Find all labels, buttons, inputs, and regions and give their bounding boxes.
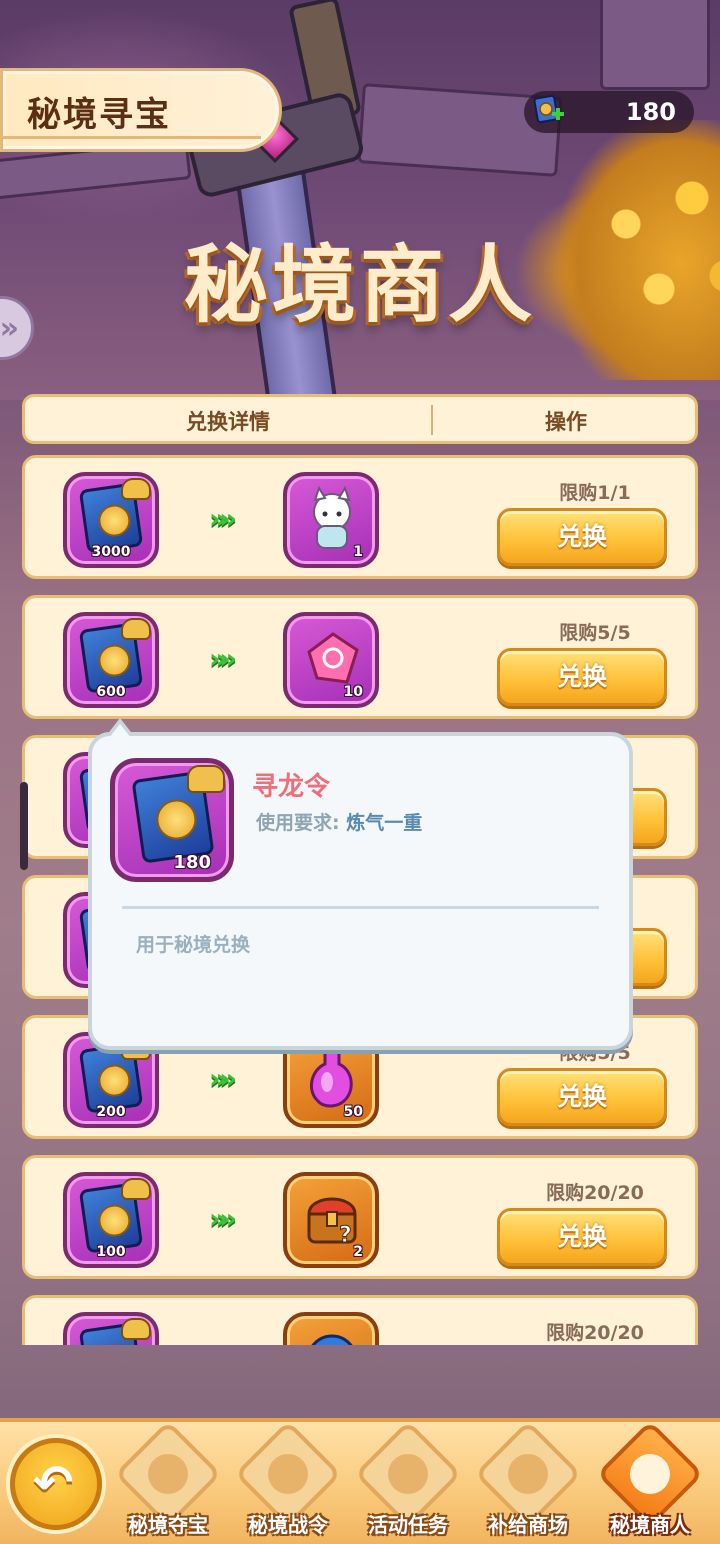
exchange-button[interactable]: 兑换 [497,1068,667,1126]
purchase-limit: 限购20/20 [546,1182,644,1204]
purchase-limit: 限购1/1 [559,482,631,504]
dragon-icon [187,765,225,793]
double-arrow-icon: »» [209,502,237,535]
tooltip-requirement: 使用要求: 炼气一重 [256,808,422,835]
tab-merchant[interactable]: 秘境商人 [590,1420,710,1544]
double-arrow-icon: »» [209,1202,237,1235]
tab-label: 秘境战令 [248,1513,328,1537]
currency-value: 180 [625,98,676,126]
exchange-button[interactable]: 兑换 [497,648,667,706]
tooltip-item-quantity: 180 [173,852,211,873]
title-banner: 秘境寻宝 [0,68,282,152]
requirement-label: 使用要求: [256,812,347,834]
exchange-row: 限购20/20 [22,1295,698,1345]
tab-battle-pass[interactable]: 秘境战令 [228,1420,348,1544]
cost-item-dragon-token[interactable] [63,1312,159,1345]
purchase-limit: 限购20/20 [546,1322,644,1344]
page-title: 秘境寻宝 [27,95,171,135]
tooltip-divider [122,906,599,909]
chevron-right-icon: » [0,311,19,346]
tab-supply-shop[interactable]: 补给商场 [468,1420,588,1544]
cost-quantity: 600 [96,684,126,700]
reward-quantity: 2 [353,1244,363,1260]
blue-orb-icon [311,1334,353,1345]
tab-label: 补给商场 [488,1513,568,1537]
dragon-icon [121,1178,151,1200]
cost-item-dragon-token[interactable]: 3000 [63,472,159,568]
reward-quantity: 10 [343,684,363,700]
fox-spirit-pet-icon [313,486,351,549]
cost-quantity: 100 [96,1244,126,1260]
merchant-banner-title: 秘境商人 [183,236,536,334]
tab-event-tasks[interactable]: 活动任务 [348,1420,468,1544]
pink-potion-icon [309,1048,353,1108]
cost-item-dragon-token[interactable]: 100 [63,1172,159,1268]
table-header: 兑换详情 操作 [22,394,698,444]
double-arrow-icon: »» [209,1062,237,1095]
item-tooltip: 180 寻龙令 使用要求: 炼气一重 用于秘境兑换 [88,718,633,1050]
header-scene [0,0,720,400]
scrollbar-thumb[interactable] [20,782,28,870]
reward-quantity: 50 [343,1104,363,1120]
requirement-value: 炼气一重 [346,812,423,834]
tooltip-item-name: 寻龙令 [252,772,331,802]
exchange-button[interactable]: 兑换 [497,508,667,566]
bottom-nav: ↶ 秘境夺宝 秘境战令 活动任务 补给商场 秘境商人 [0,1418,720,1544]
tooltip-description: 用于秘境兑换 [136,934,251,956]
reward-item-blue-orb[interactable] [283,1312,379,1345]
dragon-icon [121,478,151,500]
mystery-chest-icon: ? [307,1197,357,1249]
tab-label: 秘境夺宝 [128,1513,208,1537]
exchange-button[interactable]: 兑换 [497,1208,667,1266]
tab-label: 秘境商人 [610,1513,690,1537]
currency-display[interactable]: 180 [524,91,694,133]
reward-item-pink-fragment[interactable]: 10 [283,612,379,708]
reward-item-fox-spirit[interactable]: 1 [283,472,379,568]
reward-quantity: 1 [353,544,363,560]
exchange-row: 600 »» 10 限购5/5 兑换 [22,595,698,719]
column-exchange-details: 兑换详情 [186,410,270,434]
dragon-icon [121,618,151,640]
back-arrow-icon: ↶ [33,1455,74,1511]
tab-label: 活动任务 [368,1513,448,1537]
dragon-icon [121,1318,151,1340]
reward-item-mystery-chest[interactable]: ? 2 [283,1172,379,1268]
back-button[interactable]: ↶ [10,1438,102,1530]
double-arrow-icon: »» [209,642,237,675]
column-action: 操作 [545,410,587,434]
tooltip-item-dragon-token: 180 [110,758,234,882]
pink-fragment-icon [307,632,359,684]
wood-crate [600,0,710,90]
cost-quantity: 3000 [91,544,131,560]
dragon-token-plus-icon[interactable] [532,94,566,130]
cost-item-dragon-token[interactable]: 600 [63,612,159,708]
exchange-row: 3000 »» 1 限购1/1 兑换 [22,455,698,579]
tab-secret-treasure[interactable]: 秘境夺宝 [108,1420,228,1544]
purchase-limit: 限购5/5 [559,622,631,644]
exchange-row: 100 »» ? 2 限购20/20 兑换 [22,1155,698,1279]
cost-quantity: 200 [96,1104,126,1120]
